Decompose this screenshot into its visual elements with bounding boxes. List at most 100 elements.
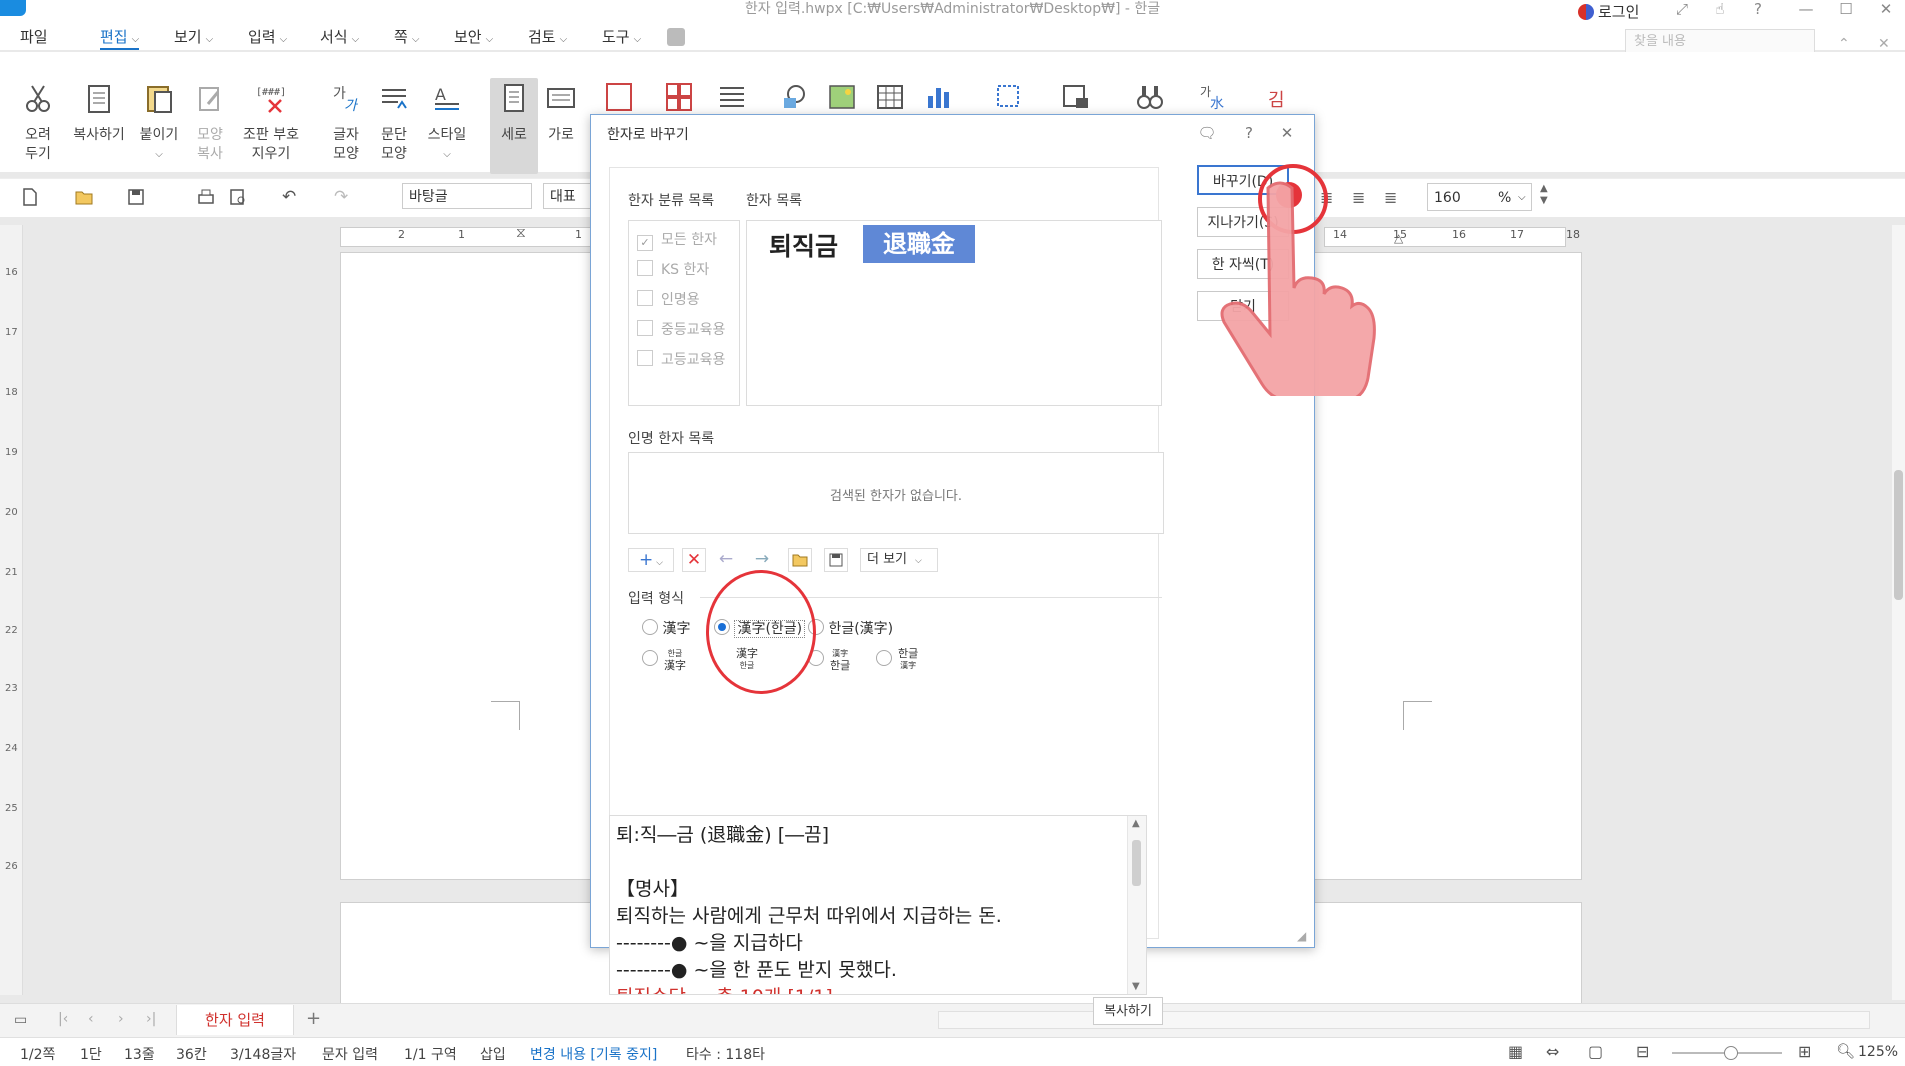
menu-page[interactable]: 쪽 ⌵ <box>394 26 419 48</box>
radio[interactable] <box>876 650 892 666</box>
category-item-high-school[interactable]: 고등교육용 <box>637 349 725 369</box>
chart-icon[interactable] <box>924 82 952 112</box>
menu-tools[interactable]: 도구 ⌵ <box>602 26 641 48</box>
menu-format[interactable]: 서식 ⌵ <box>320 26 359 48</box>
indent-marker-icon[interactable]: ⧖ <box>516 225 526 241</box>
table-icon[interactable] <box>876 82 904 112</box>
status-insert[interactable]: 삽입 <box>480 1044 506 1064</box>
extension-icon[interactable] <box>667 28 685 46</box>
checkbox[interactable] <box>637 350 653 366</box>
style-select[interactable]: 바탕글 <box>402 183 532 209</box>
char-shape-button[interactable]: 가가 글자 모양 <box>324 82 368 164</box>
menu-view[interactable]: 보기 ⌵ <box>174 26 213 48</box>
dialog-title-bar[interactable]: 한자로 바꾸기 🗨︎ ? ✕ <box>591 115 1314 151</box>
new-document-icon[interactable] <box>20 187 40 207</box>
help-button[interactable]: ? <box>1744 0 1772 20</box>
format-option-hangul-hanja[interactable]: 한글(漢字) <box>808 618 893 638</box>
comment-icon[interactable]: 🗨︎ <box>1197 123 1217 143</box>
scrollbar-thumb[interactable] <box>1894 470 1903 600</box>
view-page-icon[interactable]: ▦ <box>1508 1042 1523 1061</box>
add-button[interactable]: + ⌵ <box>628 548 674 572</box>
shape-icon[interactable] <box>780 82 808 112</box>
binoculars-icon[interactable] <box>1136 82 1164 112</box>
magnifier-icon[interactable]: 🔍︎ <box>1836 1042 1855 1060</box>
redo-icon[interactable]: ↷ <box>334 187 348 207</box>
checkbox-checked[interactable]: ✓ <box>637 235 653 251</box>
prev-page-icon[interactable]: ‹ <box>88 1011 94 1027</box>
maximize-icon[interactable]: ☐ <box>1832 0 1860 20</box>
login-button[interactable]: 로그인 <box>1578 1 1639 22</box>
format-option-ruby-hangul-top[interactable]: 한글 漢字 <box>642 648 686 672</box>
undo-icon[interactable]: ↶ <box>282 187 296 207</box>
tab-hanja-input[interactable]: 한자 입력 <box>176 1005 294 1035</box>
delete-icon[interactable]: ✕ <box>682 548 706 572</box>
hanja-convert-icon[interactable]: 가水 <box>1198 82 1226 112</box>
open-folder-icon[interactable] <box>74 187 94 207</box>
view-width-icon[interactable]: ⇔ <box>1546 1042 1559 1061</box>
paste-button[interactable]: 붙이기 ⌵ <box>136 82 182 164</box>
format-option-ruby-small-hangul[interactable]: 한글 漢字 <box>876 648 918 672</box>
vertical-ruler[interactable]: 16 17 18 19 20 21 22 23 24 25 26 <box>0 225 23 995</box>
multi-page-icon[interactable] <box>665 82 693 112</box>
status-page[interactable]: 1/2쪽 <box>20 1044 55 1064</box>
print-preview-icon[interactable] <box>228 187 248 207</box>
save-icon[interactable] <box>126 187 146 207</box>
menu-review[interactable]: 검토 ⌵ <box>528 26 567 48</box>
save-icon[interactable] <box>824 548 848 572</box>
horizontal-scrollbar[interactable] <box>938 1011 1870 1029</box>
clear-codes-button[interactable]: [###] 조판 부호 지우기 <box>238 82 304 164</box>
find-input[interactable]: 찾을 내용 <box>1625 29 1815 53</box>
radio[interactable] <box>642 619 658 635</box>
style-button[interactable]: A 스타일 ⌵ <box>422 82 472 164</box>
dialog-close-icon[interactable]: ✕ <box>1277 123 1297 143</box>
right-indent-marker-icon[interactable]: △ <box>1394 231 1403 245</box>
ribbon-close-icon[interactable]: ✕ <box>1878 36 1890 52</box>
zoom-input[interactable]: 160 % ⌵ <box>1427 183 1532 211</box>
add-tab-button[interactable]: + <box>306 1008 321 1029</box>
page-view-icon[interactable]: ▭ <box>14 1012 27 1028</box>
category-item-name[interactable]: 인명용 <box>637 289 700 309</box>
menu-security[interactable]: 보안 ⌵ <box>454 26 493 48</box>
minimize-icon[interactable]: — <box>1792 0 1820 20</box>
checkbox[interactable] <box>637 260 653 276</box>
format-option-hanja[interactable]: 漢字 <box>642 618 690 638</box>
dictionary-panel[interactable]: 퇴:직―금 (退職金) [―끔] 【명사】 퇴직하는 사람에게 근무처 따위에서… <box>609 815 1147 995</box>
cut-button[interactable]: 오려 두기 <box>18 82 58 164</box>
zoom-spinner[interactable]: ▲ ▼ <box>1540 183 1548 207</box>
zoom-slider-handle[interactable] <box>1724 1046 1738 1060</box>
protect-icon[interactable] <box>1062 82 1090 112</box>
format-painter-button[interactable]: 모양 복사 <box>190 82 230 164</box>
window-close-icon[interactable]: ✕ <box>1872 0 1900 20</box>
category-item-ks[interactable]: KS 한자 <box>637 259 709 279</box>
vertical-scrollbar[interactable] <box>1892 225 1905 1000</box>
status-track-changes[interactable]: 변경 내용 [기록 중지] <box>530 1044 657 1064</box>
copy-definition-button[interactable]: 복사하기 <box>1093 997 1163 1025</box>
checkbox[interactable] <box>637 320 653 336</box>
hanja-candidate-selected[interactable]: 退職金 <box>863 225 975 263</box>
category-item-all[interactable]: ✓ 모든 한자 <box>637 229 717 251</box>
select-object-icon[interactable] <box>994 82 1022 112</box>
portrait-button[interactable]: 세로 <box>490 78 538 174</box>
touch-icon[interactable]: ☝ <box>1706 0 1734 20</box>
resize-grip-icon[interactable]: ◢ <box>1297 929 1306 943</box>
category-item-middle-school[interactable]: 중등교육용 <box>637 319 725 339</box>
first-page-icon[interactable]: |‹ <box>58 1011 68 1027</box>
copy-button[interactable]: 복사하기 <box>68 82 130 145</box>
status-zoom[interactable]: 125% <box>1858 1044 1898 1060</box>
view-full-icon[interactable]: ▢ <box>1588 1042 1603 1061</box>
dict-scrollbar[interactable]: ▲ ▼ <box>1127 816 1146 994</box>
collapse-ribbon-icon[interactable]: ⌃ <box>1838 36 1850 52</box>
open-folder-icon[interactable] <box>788 548 812 572</box>
radio[interactable] <box>642 650 658 666</box>
picture-icon[interactable] <box>828 82 856 112</box>
zoom-slider[interactable] <box>1672 1046 1782 1060</box>
columns-icon[interactable] <box>718 82 746 112</box>
font-select[interactable]: 대표 <box>543 183 593 209</box>
next-page-icon[interactable]: › <box>118 1011 124 1027</box>
move-left-icon[interactable]: ← <box>714 548 738 572</box>
zoom-out-icon[interactable]: ⊟ <box>1636 1042 1649 1061</box>
menu-edit[interactable]: 편집 ⌵ <box>100 26 140 50</box>
scrollbar-thumb[interactable] <box>1132 840 1141 886</box>
scroll-up-icon[interactable]: ▲ <box>1132 818 1140 829</box>
more-button[interactable]: 더 보기 ⌵ <box>860 548 938 572</box>
